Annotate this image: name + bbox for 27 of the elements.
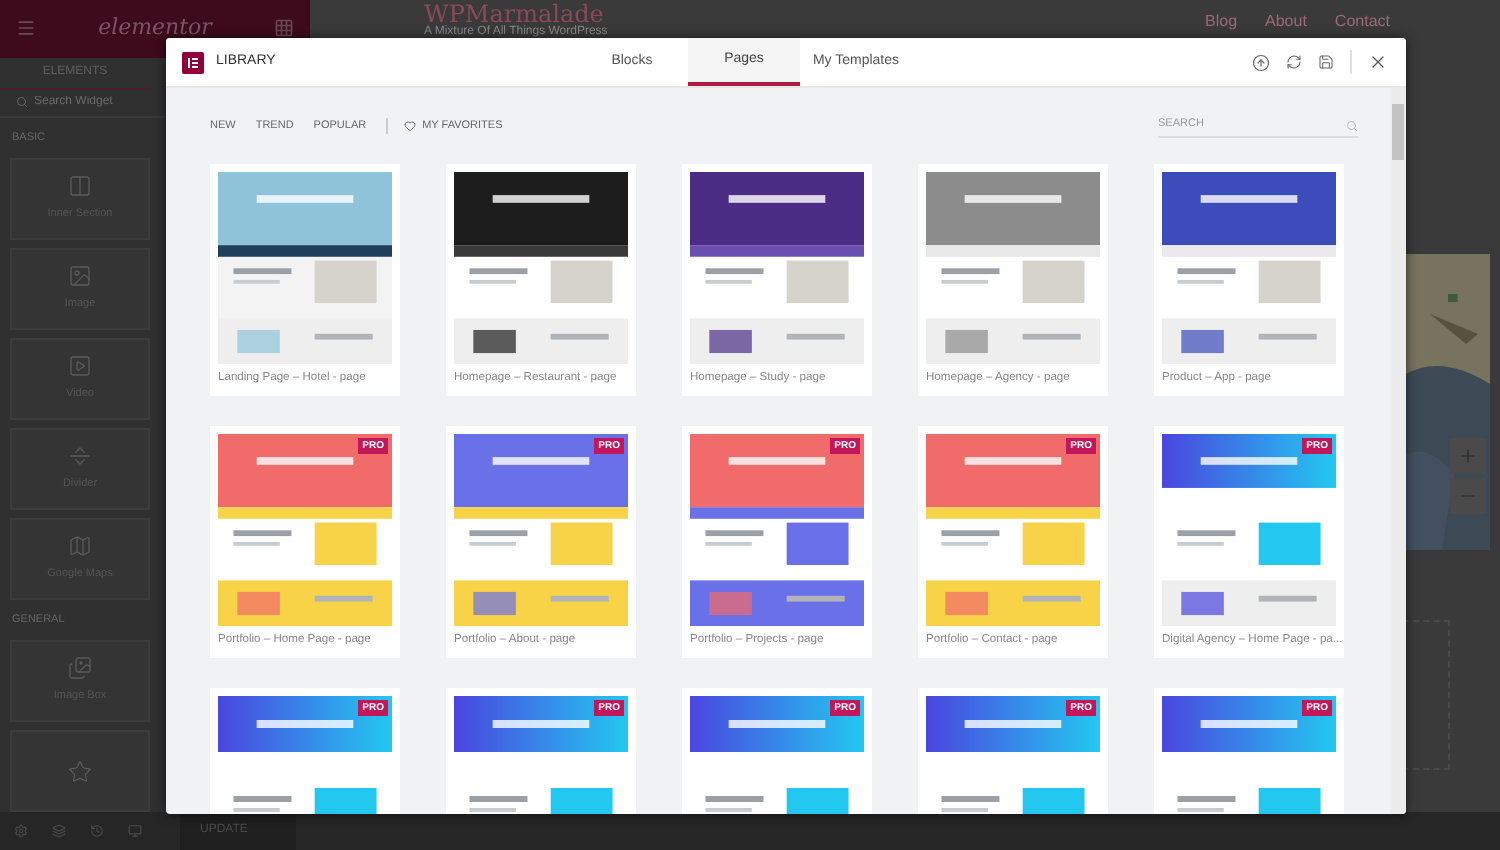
search-icon [16,96,28,109]
star-icon [68,759,92,783]
site-title: WPMarmalade [424,2,604,26]
monitor-icon[interactable] [128,824,142,838]
history-icon[interactable] [90,824,104,838]
save-icon[interactable] [1318,54,1334,70]
sync-icon[interactable] [1286,54,1302,70]
heart-icon [404,120,417,132]
widget-tile[interactable] [10,730,150,812]
image-box-icon [68,656,92,681]
search-icon [1346,119,1358,131]
video-icon [68,354,92,379]
image-icon [68,264,92,289]
elementor-logo: elementor [98,12,212,45]
divider-icon [68,444,92,469]
columns-icon [68,174,92,199]
close-icon[interactable] [1368,52,1388,72]
elementor-logo-icon [182,51,204,73]
layers-icon[interactable] [52,824,66,838]
scrollbar[interactable] [1390,88,1406,814]
map-icon [68,534,92,559]
menu-icon[interactable] [16,18,36,39]
settings-icon[interactable] [14,824,28,838]
zoom-in-button[interactable] [1450,438,1486,474]
grid-icon[interactable] [274,18,294,39]
zoom-out-button[interactable] [1450,478,1486,514]
upload-icon[interactable] [1252,53,1270,71]
